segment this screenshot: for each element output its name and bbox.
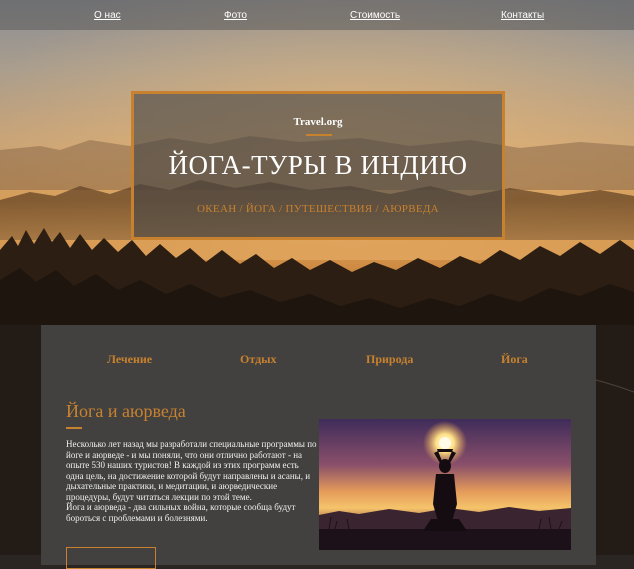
page-title: ЙОГА-ТУРЫ В ИНДИЮ	[168, 150, 468, 180]
nav-link-price[interactable]: Стоимость	[350, 10, 400, 21]
nav-link-contacts[interactable]: Контакты	[501, 10, 544, 21]
top-navigation: О нас Фото Стоимость Контакты	[0, 0, 634, 30]
tab-treatment[interactable]: Лечение	[107, 352, 152, 367]
content-panel: Лечение Отдых Природа Йога Йога и аюрвед…	[41, 325, 596, 569]
section-text: Несколько лет назад мы разработали специ…	[66, 439, 318, 523]
nav-link-photo[interactable]: Фото	[224, 10, 247, 21]
yoga-sunset-photo	[319, 419, 571, 550]
section-paragraph-1: Несколько лет назад мы разработали специ…	[66, 439, 317, 502]
more-button[interactable]	[66, 547, 156, 569]
hero-banner: Travel.org ЙОГА-ТУРЫ В ИНДИЮ ОКЕАН / ЙОГ…	[131, 91, 505, 240]
tab-nature[interactable]: Природа	[366, 352, 413, 367]
tab-rest[interactable]: Отдых	[240, 352, 277, 367]
tab-yoga[interactable]: Йога	[501, 352, 528, 367]
nav-link-about[interactable]: О нас	[94, 10, 121, 21]
brand-logo-text[interactable]: Travel.org	[134, 116, 502, 128]
section-title-underline	[66, 427, 82, 429]
brand-underline	[306, 134, 332, 136]
yoga-silhouette-icon	[319, 419, 571, 550]
section-title: Йога и аюрведа	[66, 401, 186, 421]
section-paragraph-2: Йога и аюрведа - два сильных война, кото…	[66, 502, 296, 523]
hero-tags: ОКЕАН / ЙОГА / ПУТЕШЕСТВИЯ / АЮРВЕДА	[197, 203, 439, 215]
